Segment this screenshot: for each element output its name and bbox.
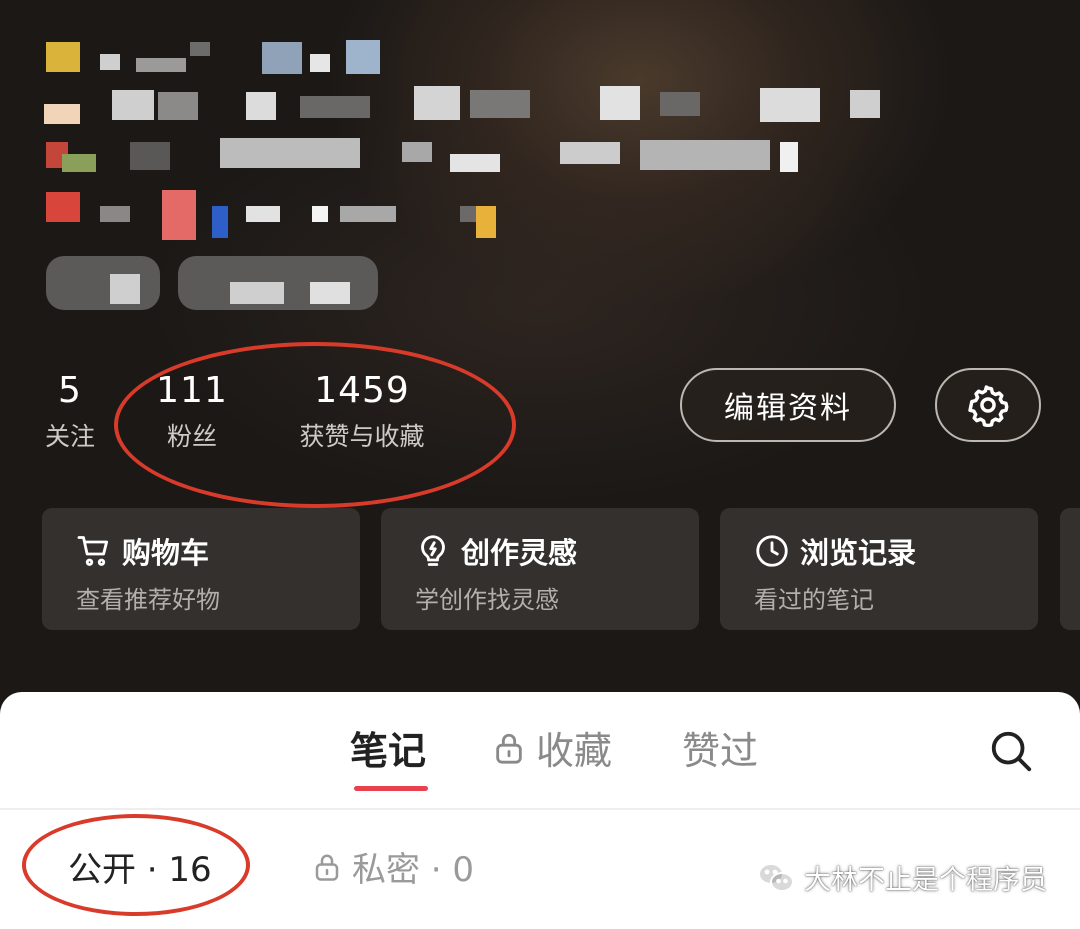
card-subtitle: 学创作找灵感 bbox=[415, 586, 559, 614]
following-count: 5 bbox=[58, 370, 82, 411]
filter-private-label: 私密 · 0 bbox=[352, 850, 475, 890]
card-browse-history[interactable]: 浏览记录 看过的笔记 bbox=[720, 508, 1038, 630]
tab-notes-label: 笔记 bbox=[350, 729, 427, 773]
card-subtitle: 查看推荐好物 bbox=[76, 586, 220, 614]
cart-icon bbox=[77, 536, 109, 566]
lock-icon bbox=[315, 854, 339, 881]
settings-button[interactable] bbox=[935, 368, 1041, 442]
tab-notes[interactable]: 笔记 bbox=[350, 720, 426, 775]
tab-divider bbox=[0, 808, 1080, 810]
search-icon bbox=[991, 731, 1032, 772]
annotation-circle-stats bbox=[114, 342, 516, 508]
filter-private[interactable]: 私密 · 0 bbox=[312, 842, 474, 891]
watermark-text: 大林不止是个程序员 bbox=[804, 865, 1047, 896]
redacted-profile-info bbox=[40, 30, 940, 330]
card-shopping-cart[interactable]: 购物车 查看推荐好物 bbox=[42, 508, 360, 630]
tab-liked-label: 赞过 bbox=[682, 729, 759, 773]
card-title: 创作灵感 bbox=[461, 536, 578, 570]
card-partial-next[interactable] bbox=[1060, 508, 1080, 630]
clock-icon bbox=[756, 535, 788, 567]
card-title: 购物车 bbox=[122, 536, 210, 570]
annotation-circle-public bbox=[22, 814, 250, 916]
following-label: 关注 bbox=[44, 422, 95, 451]
stat-following[interactable]: 5 关注 bbox=[38, 370, 102, 453]
gear-icon bbox=[968, 385, 1009, 427]
active-tab-indicator bbox=[354, 786, 428, 791]
tab-favorites-label: 收藏 bbox=[536, 729, 613, 773]
lightbulb-icon bbox=[421, 535, 445, 566]
card-title: 浏览记录 bbox=[800, 536, 917, 570]
tab-favorites[interactable]: 收藏 bbox=[492, 720, 612, 775]
card-subtitle: 看过的笔记 bbox=[754, 586, 874, 614]
edit-profile-button[interactable]: 编辑资料 bbox=[680, 368, 896, 442]
watermark: 大林不止是个程序员 bbox=[756, 858, 1047, 897]
search-button[interactable] bbox=[988, 728, 1034, 778]
lock-icon bbox=[496, 733, 522, 764]
tab-liked[interactable]: 赞过 bbox=[682, 720, 758, 775]
wechat-icon bbox=[758, 862, 794, 892]
card-creative-inspiration[interactable]: 创作灵感 学创作找灵感 bbox=[381, 508, 699, 630]
